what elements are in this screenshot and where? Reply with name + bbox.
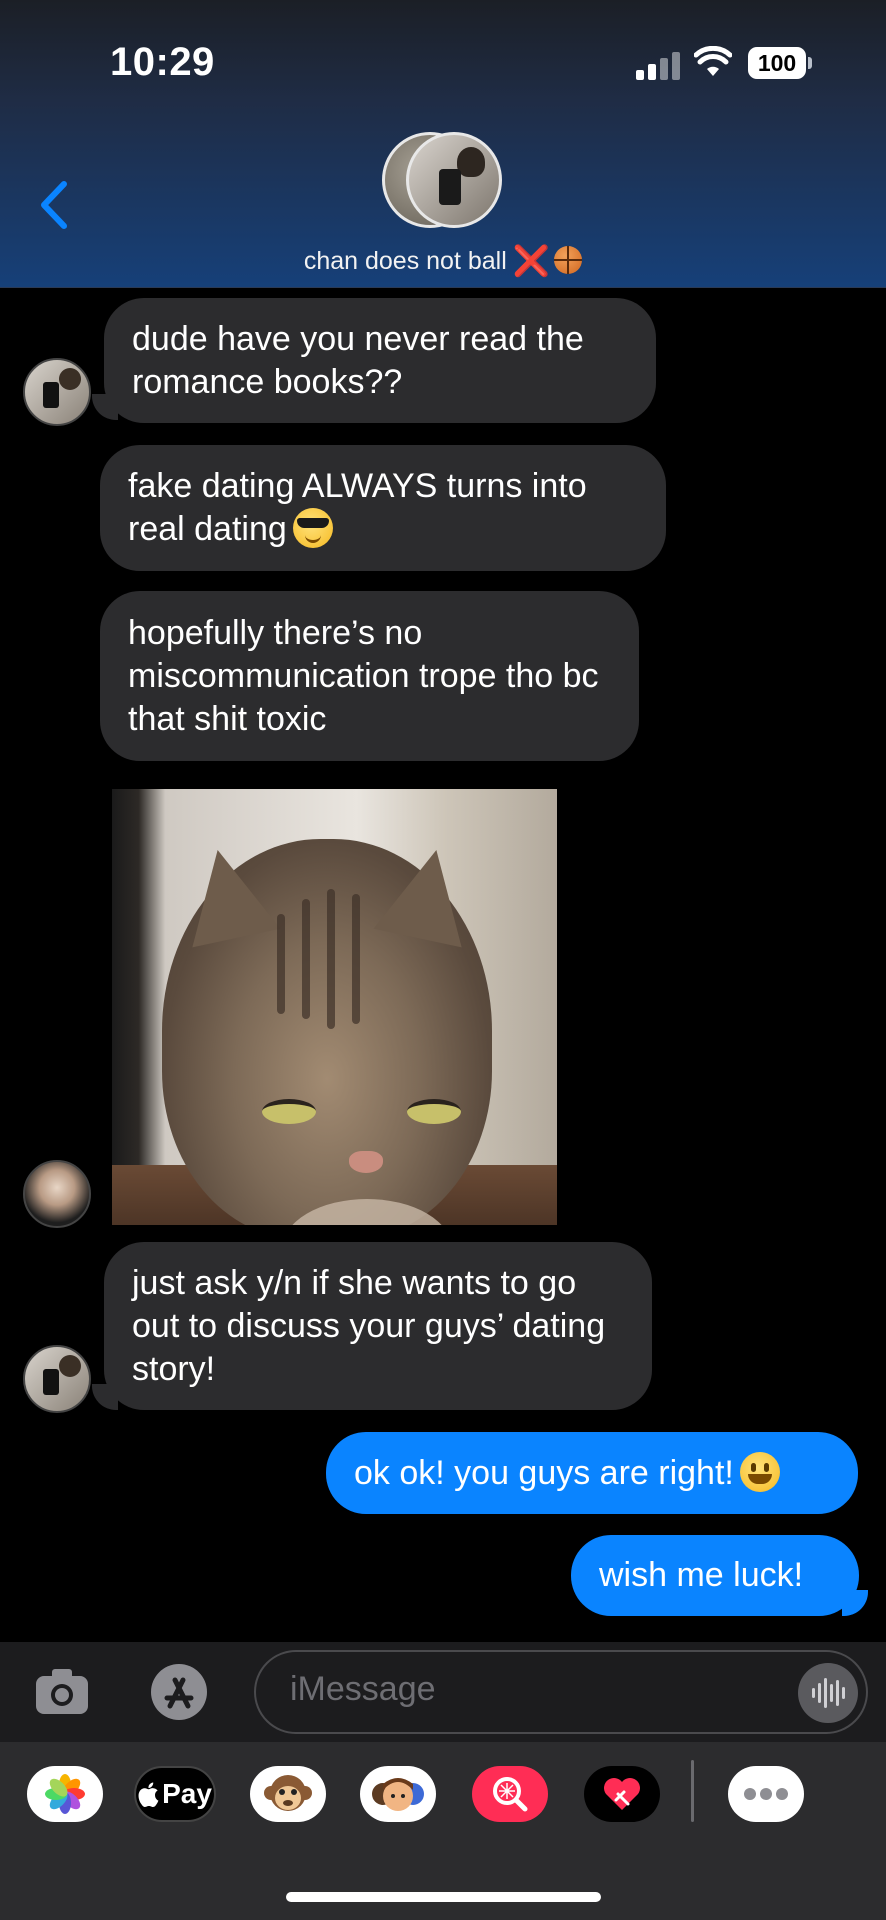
animoji-monkey-icon: [264, 1775, 312, 1811]
wifi-icon: [694, 46, 732, 76]
basketball-emoji-icon: [554, 246, 583, 274]
bubble-tail: [92, 394, 118, 420]
message-bubble-sent[interactable]: wish me luck!: [571, 1535, 859, 1616]
chat-name[interactable]: chan does not ball ❌: [0, 244, 886, 279]
member-avatar: [406, 132, 502, 228]
app-store-icon[interactable]: [143, 1662, 215, 1722]
conversation-header: 10:29 100 chan does not ball ❌: [0, 0, 886, 288]
message-bubble-received[interactable]: dude have you never read the romance boo…: [104, 298, 656, 423]
image-search-button[interactable]: [472, 1766, 548, 1822]
bubble-tail: [842, 1590, 868, 1616]
animoji-button[interactable]: [250, 1766, 326, 1822]
message-text: dude have you never read the romance boo…: [132, 319, 584, 401]
message-text: wish me luck!: [599, 1556, 804, 1594]
sunglasses-emoji-icon: [292, 508, 333, 548]
image-search-icon: [493, 1777, 528, 1812]
cat-photo[interactable]: [112, 789, 557, 1225]
sender-avatar[interactable]: [23, 1160, 91, 1228]
battery-indicator: 100: [748, 47, 812, 79]
audio-waveform-icon[interactable]: [798, 1663, 858, 1723]
message-text: hopefully there’s no miscommunication tr…: [128, 613, 599, 738]
apple-pay-button[interactable]: Pay: [134, 1766, 216, 1822]
message-bubble-received[interactable]: fake dating ALWAYS turns into real datin…: [100, 445, 666, 571]
sender-avatar[interactable]: [23, 358, 91, 426]
apple-pay-label: Pay: [162, 1778, 212, 1809]
status-time: 10:29: [110, 40, 215, 84]
memoji-icon: [372, 1778, 424, 1811]
message-bubble-sent[interactable]: ok ok! you guys are right!: [326, 1432, 858, 1514]
more-icon: [744, 1788, 788, 1800]
message-input-placeholder: iMessage: [290, 1670, 436, 1708]
message-bubble-received[interactable]: hopefully there’s no miscommunication tr…: [100, 591, 639, 761]
sender-avatar[interactable]: [23, 1345, 91, 1413]
more-apps-button[interactable]: [728, 1766, 804, 1822]
back-chevron-icon[interactable]: [34, 180, 74, 230]
chat-name-text: chan does not ball: [303, 247, 507, 275]
message-bubble-received[interactable]: just ask y/n if she wants to go out to d…: [104, 1242, 652, 1410]
digital-touch-icon: [604, 1778, 640, 1810]
camera-icon[interactable]: [34, 1666, 90, 1716]
drawer-divider: [691, 1760, 694, 1822]
message-text: fake dating ALWAYS turns into real datin…: [128, 467, 587, 548]
message-text: just ask y/n if she wants to go out to d…: [132, 1263, 606, 1388]
apple-logo-icon: [138, 1782, 159, 1807]
photos-app-button[interactable]: [27, 1766, 103, 1822]
cellular-signal-icon: [636, 50, 682, 80]
memoji-button[interactable]: [360, 1766, 436, 1822]
photos-icon: [45, 1774, 85, 1814]
message-text: ok ok! you guys are right!: [354, 1453, 734, 1492]
digital-touch-button[interactable]: [584, 1766, 660, 1822]
group-avatar[interactable]: [382, 132, 502, 232]
smiley-emoji-icon: [739, 1451, 780, 1492]
home-indicator[interactable]: [286, 1892, 601, 1902]
name-suffix: ❌: [512, 245, 551, 278]
bubble-tail: [92, 1384, 118, 1410]
